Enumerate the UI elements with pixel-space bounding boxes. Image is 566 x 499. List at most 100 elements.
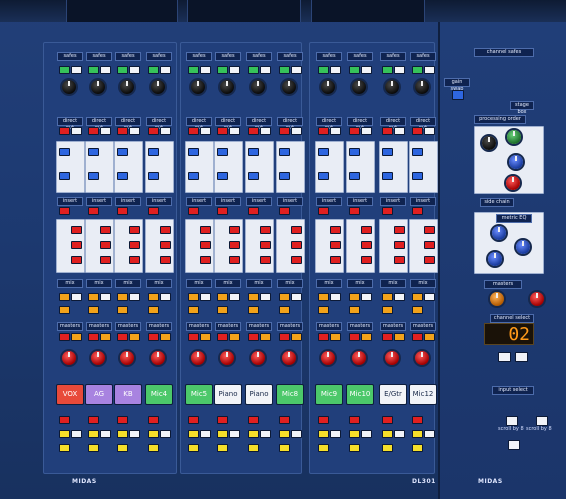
solo-button[interactable] [279, 430, 290, 438]
channel-name-screen[interactable]: E/Gtr [379, 384, 407, 405]
channel-name-screen[interactable]: Piano [214, 384, 242, 405]
insert-button[interactable] [318, 207, 329, 215]
direct-out-button[interactable] [318, 127, 329, 135]
mix-button-1[interactable] [117, 293, 128, 301]
solo-button[interactable] [318, 430, 329, 438]
direct-out-pre[interactable] [229, 127, 240, 135]
fader-button[interactable] [117, 444, 128, 452]
channel-name-screen[interactable]: Mic4 [145, 384, 173, 405]
eq-button-3[interactable] [291, 256, 302, 264]
masters-button-2[interactable] [394, 333, 405, 341]
mix-button-3[interactable] [382, 306, 393, 314]
mix-button-2[interactable] [160, 293, 171, 301]
select-button[interactable] [129, 430, 140, 438]
mix-button-3[interactable] [349, 306, 360, 314]
eq-button-3[interactable] [260, 256, 271, 264]
masters-button-2[interactable] [260, 333, 271, 341]
mix-button-3[interactable] [217, 306, 228, 314]
select-button[interactable] [330, 430, 341, 438]
safe-led[interactable] [59, 66, 70, 74]
input-select-scroll-right[interactable] [536, 416, 548, 426]
eq-button-1[interactable] [291, 226, 302, 234]
pan-knob[interactable] [191, 351, 205, 365]
comp-button[interactable] [318, 148, 329, 156]
mix-button-2[interactable] [229, 293, 240, 301]
mute-button[interactable] [248, 416, 259, 424]
insert-button[interactable] [117, 207, 128, 215]
gain-swap-button[interactable] [452, 90, 464, 100]
pan-knob[interactable] [151, 351, 165, 365]
pan-knob[interactable] [415, 351, 429, 365]
masters-button-1[interactable] [59, 333, 70, 341]
masters-button-2[interactable] [361, 333, 372, 341]
pan-knob[interactable] [282, 351, 296, 365]
insert-button[interactable] [279, 207, 290, 215]
eq-knob-3[interactable] [488, 252, 502, 266]
mix-button-2[interactable] [260, 293, 271, 301]
solo-button[interactable] [59, 430, 70, 438]
safe-led[interactable] [188, 66, 199, 74]
masters-button-2[interactable] [160, 333, 171, 341]
eq-button-3[interactable] [129, 256, 140, 264]
comp-button[interactable] [412, 148, 423, 156]
mix-button-2[interactable] [394, 293, 405, 301]
fader-button[interactable] [148, 444, 159, 452]
mute-button[interactable] [148, 416, 159, 424]
masters-button-2[interactable] [330, 333, 341, 341]
direct-out-pre[interactable] [330, 127, 341, 135]
direct-out-button[interactable] [59, 127, 70, 135]
direct-out-pre[interactable] [424, 127, 435, 135]
gate-button[interactable] [318, 172, 329, 180]
comp-button[interactable] [349, 148, 360, 156]
gain-knob[interactable] [91, 80, 105, 94]
mute-button[interactable] [349, 416, 360, 424]
eq-button-2[interactable] [394, 241, 405, 249]
safe-button[interactable] [71, 66, 82, 74]
comp-button[interactable] [382, 148, 393, 156]
select-button[interactable] [71, 430, 82, 438]
comp-button[interactable] [148, 148, 159, 156]
pan-knob[interactable] [220, 351, 234, 365]
solo-button[interactable] [88, 430, 99, 438]
input-select-scroll-left[interactable] [506, 416, 518, 426]
safe-led[interactable] [248, 66, 259, 74]
mute-button[interactable] [188, 416, 199, 424]
masters-button-2[interactable] [229, 333, 240, 341]
eq-button-2[interactable] [330, 241, 341, 249]
mute-button[interactable] [318, 416, 329, 424]
pan-knob[interactable] [91, 351, 105, 365]
eq-button-2[interactable] [160, 241, 171, 249]
gate-button[interactable] [217, 172, 228, 180]
direct-out-button[interactable] [248, 127, 259, 135]
comp-button[interactable] [217, 148, 228, 156]
eq-button-2[interactable] [129, 241, 140, 249]
masters-button-1[interactable] [188, 333, 199, 341]
mix-button-1[interactable] [188, 293, 199, 301]
direct-out-pre[interactable] [361, 127, 372, 135]
select-button[interactable] [100, 430, 111, 438]
gain-knob[interactable] [191, 80, 205, 94]
mix-button-3[interactable] [88, 306, 99, 314]
channel-name-screen[interactable]: Mic12 [409, 384, 437, 405]
mute-button[interactable] [217, 416, 228, 424]
mix-button-3[interactable] [248, 306, 259, 314]
safe-led[interactable] [318, 66, 329, 74]
direct-out-pre[interactable] [129, 127, 140, 135]
masters-button-2[interactable] [100, 333, 111, 341]
fader-button[interactable] [412, 444, 423, 452]
channel-name-screen[interactable]: Piano [245, 384, 273, 405]
solo-button[interactable] [412, 430, 423, 438]
mute-button[interactable] [88, 416, 99, 424]
gain-knob[interactable] [120, 80, 134, 94]
insert-button[interactable] [88, 207, 99, 215]
masters-button-1[interactable] [117, 333, 128, 341]
safe-led[interactable] [217, 66, 228, 74]
mix-button-2[interactable] [129, 293, 140, 301]
eq-button-1[interactable] [129, 226, 140, 234]
gate-button[interactable] [412, 172, 423, 180]
masters-button-1[interactable] [148, 333, 159, 341]
safe-led[interactable] [412, 66, 423, 74]
masters-button-1[interactable] [88, 333, 99, 341]
channel-name-screen[interactable]: AG [85, 384, 113, 405]
gate-button[interactable] [148, 172, 159, 180]
